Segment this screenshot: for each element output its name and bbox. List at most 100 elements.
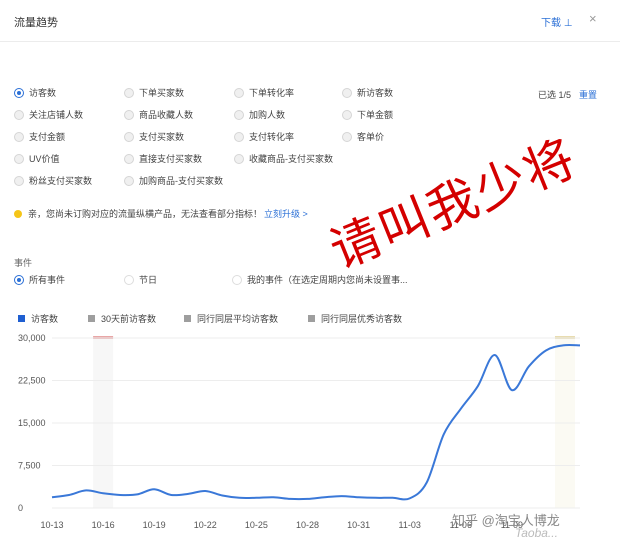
metric-label: 支付转化率 [249,132,295,142]
metric-label: 支付买家数 [139,132,185,142]
legend-item[interactable]: 同行同层平均访客数 [184,312,278,325]
metric-label: 商品收藏人数 [139,110,194,120]
legend-item[interactable]: 访客数 [18,312,58,325]
panel-title: 流量趋势 [14,17,58,29]
metric-option[interactable]: 商品收藏人数 [124,108,193,121]
metric-label: 直接支付买家数 [139,154,203,164]
x-tick-label: 10-13 [40,520,63,530]
x-tick-label: 10-19 [143,520,166,530]
radio-icon[interactable] [234,153,244,164]
radio-icon[interactable] [124,153,134,164]
watermark-text: 请叫我少将 [322,128,585,280]
metric-label: 支付金额 [29,132,66,142]
metric-label: 加购人数 [249,110,286,120]
warning-dot-icon [14,209,22,218]
metric-option[interactable]: 关注店铺人数 [14,108,83,121]
events-label: 事件 [14,258,33,268]
metric-option[interactable]: 收藏商品-支付买家数 [234,152,333,165]
metric-label: 下单金额 [357,110,394,120]
radio-icon[interactable] [234,87,244,98]
panel-header: 流量趋势 下载 ⊥ × [0,0,620,42]
event-label: 节日 [139,275,158,285]
download-button[interactable]: 下载 ⊥ [541,14,573,29]
radio-icon[interactable] [14,175,24,186]
metric-option[interactable]: 直接支付买家数 [124,152,202,165]
x-tick-label: 11-03 [398,520,420,530]
metric-option[interactable]: 新访客数 [342,86,393,99]
metric-label: UV价值 [29,154,60,164]
faint-watermark: Taoba... [515,526,558,540]
notice-text: 亲，您尚未订购对应的流量纵横产品，无法查看部分指标！ [28,209,263,219]
radio-icon[interactable] [14,153,24,164]
metric-label: 新访客数 [357,88,394,98]
y-tick-label: 0 [18,503,23,513]
event-option[interactable]: 所有事件 [14,273,65,286]
legend-label: 同行同层平均访客数 [197,314,279,324]
close-icon[interactable]: × [589,11,597,26]
radio-icon[interactable] [124,131,134,142]
legend-swatch [88,315,95,322]
metric-label: 下单买家数 [139,88,185,98]
y-tick-label: 30,000 [18,333,46,343]
metric-label: 关注店铺人数 [29,110,84,120]
chart-legend: 访客数 30天前访客数 同行同层平均访客数 同行同层优秀访客数 [18,312,618,324]
metric-option[interactable]: 客单价 [342,130,384,143]
radio-icon[interactable] [342,109,352,120]
legend-label: 30天前访客数 [101,314,157,324]
metric-label: 粉丝支付买家数 [29,176,93,186]
metric-option[interactable]: UV价值 [14,152,60,165]
x-tick-label: 10-28 [296,520,319,530]
reset-link[interactable]: 重置 [579,88,597,101]
radio-icon[interactable] [342,131,352,142]
event-option[interactable]: 节日 [124,273,157,286]
radio-icon[interactable] [232,274,242,285]
metric-option[interactable]: 下单买家数 [124,86,184,99]
legend-item[interactable]: 30天前访客数 [88,312,156,325]
metric-option[interactable]: 访客数 [14,86,56,99]
series-line [51,343,581,501]
metric-label: 客单价 [357,132,385,142]
radio-icon[interactable] [234,131,244,142]
legend-item[interactable]: 同行同层优秀访客数 [308,312,402,325]
radio-icon[interactable] [14,87,24,98]
event-option[interactable]: 我的事件（在选定周期内您尚未设置事... [232,273,408,286]
radio-icon[interactable] [124,274,134,285]
radio-icon[interactable] [124,87,134,98]
upgrade-link[interactable]: 立刻升级 > [264,207,308,220]
legend-label: 同行同层优秀访客数 [321,314,403,324]
radio-icon[interactable] [14,274,24,285]
radio-icon[interactable] [14,131,24,142]
metric-label: 加购商品-支付买家数 [139,176,223,186]
metric-option[interactable]: 下单金额 [342,108,393,121]
radio-icon[interactable] [14,109,24,120]
radio-icon[interactable] [124,109,134,120]
legend-swatch [184,315,191,322]
y-tick-label: 7,500 [18,461,41,471]
metric-option[interactable]: 加购商品-支付买家数 [124,174,223,187]
upgrade-notice: 亲，您尚未订购对应的流量纵横产品，无法查看部分指标！ 立刻升级 > [14,207,308,220]
legend-swatch [308,315,315,322]
legend-label: 访客数 [31,314,59,324]
legend-swatch [18,315,25,322]
metric-label: 下单转化率 [249,88,295,98]
events-selector: 所有事件 节日 我的事件（在选定周期内您尚未设置事... [14,273,614,287]
x-tick-label: 10-22 [194,520,217,530]
metric-option[interactable]: 粉丝支付买家数 [14,174,92,187]
metric-option[interactable]: 加购人数 [234,108,285,121]
y-tick-label: 15,000 [18,418,46,428]
x-tick-label: 10-16 [92,520,115,530]
metric-option[interactable]: 支付转化率 [234,130,294,143]
x-tick-label: 10-31 [347,520,370,530]
radio-icon[interactable] [234,109,244,120]
metric-option[interactable]: 支付金额 [14,130,65,143]
event-label: 我的事件（在选定周期内您尚未设置事... [247,275,408,285]
radio-icon[interactable] [342,87,352,98]
metric-label: 收藏商品-支付买家数 [249,154,333,164]
y-tick-label: 22,500 [18,376,46,386]
metric-option[interactable]: 下单转化率 [234,86,294,99]
x-tick-label: 10-25 [245,520,268,530]
radio-icon[interactable] [124,175,134,186]
event-label: 所有事件 [29,275,66,285]
metric-label: 访客数 [29,88,57,98]
metric-option[interactable]: 支付买家数 [124,130,184,143]
